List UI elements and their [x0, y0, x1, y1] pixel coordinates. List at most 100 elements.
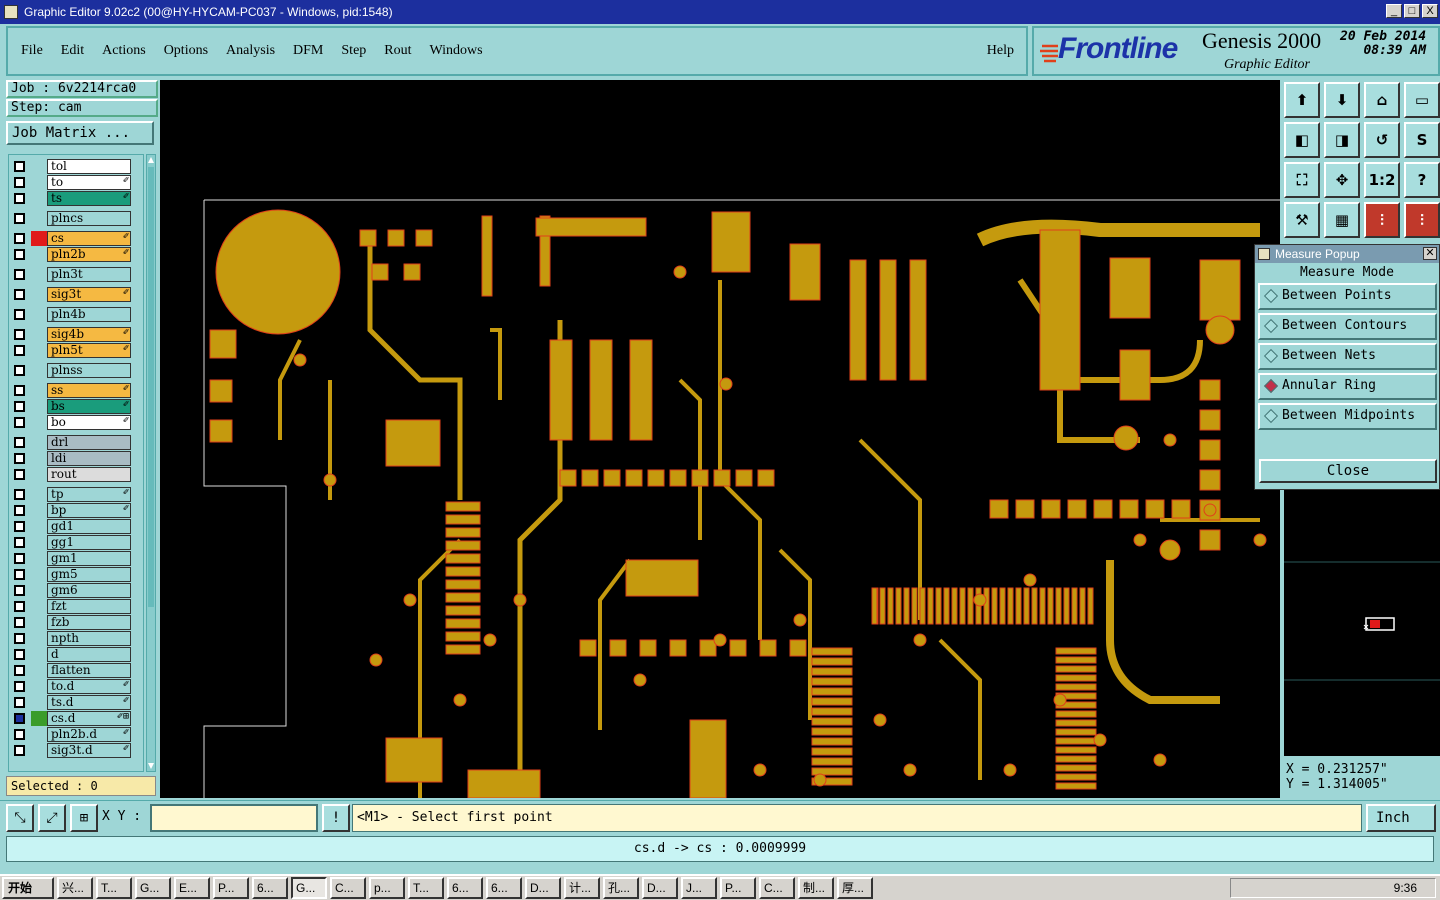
- layer-row-sig3t[interactable]: sig3t ✐: [11, 287, 133, 302]
- layer-color-swatch[interactable]: [31, 567, 47, 582]
- layer-name[interactable]: to: [47, 175, 131, 190]
- snap-mode-icon[interactable]: ⤡: [6, 804, 34, 832]
- layer-row-tp[interactable]: tp ✐: [11, 487, 133, 502]
- layer-color-swatch[interactable]: [31, 451, 47, 466]
- layer-row-bs[interactable]: bs ✐: [11, 399, 133, 414]
- layer-row-gm6[interactable]: gm6: [11, 583, 133, 598]
- undo-view-icon[interactable]: ↺: [1364, 122, 1400, 158]
- layer-checkbox[interactable]: [14, 289, 25, 300]
- start-button[interactable]: 开始: [2, 877, 54, 899]
- layer-name[interactable]: bs: [47, 399, 131, 414]
- layer-checkbox[interactable]: [14, 365, 25, 376]
- layer-color-swatch[interactable]: [31, 191, 47, 206]
- layer-name[interactable]: sig3t: [47, 287, 131, 302]
- zoom-home-icon[interactable]: ⬆: [1284, 82, 1320, 118]
- menu-rout[interactable]: Rout: [384, 43, 411, 59]
- layer-color-swatch[interactable]: [31, 679, 47, 694]
- pick-mode-icon[interactable]: ⤢: [38, 804, 66, 832]
- menu-dfm[interactable]: DFM: [293, 43, 323, 59]
- layer-checkbox[interactable]: [14, 417, 25, 428]
- layer-color-swatch[interactable]: [31, 327, 47, 342]
- layer-row-bo[interactable]: bo ✐: [11, 415, 133, 430]
- layer-color-swatch[interactable]: [31, 267, 47, 282]
- layer-color-swatch[interactable]: [31, 383, 47, 398]
- layer-name[interactable]: pln2b.d: [47, 727, 131, 742]
- overview-map[interactable]: [1282, 490, 1440, 756]
- taskbar-item[interactable]: 6...: [486, 877, 522, 899]
- layer-color-swatch[interactable]: [31, 415, 47, 430]
- layer-row-cs[interactable]: cs ✐: [11, 231, 133, 246]
- layer-name[interactable]: fzb: [47, 615, 131, 630]
- layer-row-gm5[interactable]: gm5: [11, 567, 133, 582]
- zoom-down-icon[interactable]: ⬇: [1324, 82, 1360, 118]
- layer-checkbox[interactable]: [14, 713, 25, 724]
- layer-color-swatch[interactable]: [31, 583, 47, 598]
- layer-name[interactable]: ss: [47, 383, 131, 398]
- option-between-contours[interactable]: Between Contours: [1258, 313, 1437, 340]
- layer-color-swatch[interactable]: [31, 663, 47, 678]
- taskbar-item[interactable]: 孔...: [603, 877, 639, 899]
- layer-checkbox[interactable]: [14, 729, 25, 740]
- layer-row-pln2b[interactable]: pln2b ✐: [11, 247, 133, 262]
- layer-color-swatch[interactable]: [31, 487, 47, 502]
- zoom-fit-icon[interactable]: ⛶: [1284, 162, 1320, 198]
- layer-row-ldi[interactable]: ldi: [11, 451, 133, 466]
- layer-name[interactable]: flatten: [47, 663, 131, 678]
- menu-step[interactable]: Step: [341, 43, 366, 59]
- layer-row-to[interactable]: to ✐: [11, 175, 133, 190]
- menu-analysis[interactable]: Analysis: [226, 43, 275, 59]
- layer-row-plnss[interactable]: plnss: [11, 363, 133, 378]
- graphic-canvas[interactable]: [160, 80, 1280, 798]
- layer-row-tol[interactable]: tol: [11, 159, 133, 174]
- layer-checkbox[interactable]: [14, 553, 25, 564]
- layer-checkbox[interactable]: [14, 569, 25, 580]
- menu-edit[interactable]: Edit: [61, 43, 84, 59]
- layer-color-swatch[interactable]: [31, 211, 47, 226]
- layer-color-swatch[interactable]: [31, 727, 47, 742]
- split-view-icon[interactable]: ▭: [1404, 82, 1440, 118]
- pan-left-icon[interactable]: ◧: [1284, 122, 1320, 158]
- layer-checkbox[interactable]: [14, 329, 25, 340]
- taskbar-item[interactable]: 6...: [447, 877, 483, 899]
- layer-checkbox[interactable]: [14, 385, 25, 396]
- layer-color-swatch[interactable]: [31, 307, 47, 322]
- popup-close-icon[interactable]: ✕: [1423, 247, 1437, 260]
- snap-icon[interactable]: S: [1404, 122, 1440, 158]
- home-view-icon[interactable]: ⌂: [1364, 82, 1400, 118]
- layer-name[interactable]: tp: [47, 487, 131, 502]
- menu-options[interactable]: Options: [164, 43, 208, 59]
- layer-color-swatch[interactable]: [31, 231, 47, 246]
- taskbar-item[interactable]: 厚...: [837, 877, 873, 899]
- layer-color-swatch[interactable]: [31, 343, 47, 358]
- layer-row-rout[interactable]: rout: [11, 467, 133, 482]
- layer-name[interactable]: bp: [47, 503, 131, 518]
- layer-name[interactable]: to.d: [47, 679, 131, 694]
- layer-checkbox[interactable]: [14, 505, 25, 516]
- grid-mode-icon[interactable]: ⊞: [70, 804, 98, 832]
- layer-color-swatch[interactable]: [31, 631, 47, 646]
- layer-color-swatch[interactable]: [31, 551, 47, 566]
- layer-name[interactable]: pln2b: [47, 247, 131, 262]
- layer-color-swatch[interactable]: [31, 743, 47, 758]
- layer-color-swatch[interactable]: [31, 647, 47, 662]
- zoom-center-icon[interactable]: ✥: [1324, 162, 1360, 198]
- layer-name[interactable]: gm5: [47, 567, 131, 582]
- zoom-1-2-icon[interactable]: 1:2: [1364, 162, 1400, 198]
- layer-name[interactable]: pln4b: [47, 307, 131, 322]
- layer-row-gd1[interactable]: gd1: [11, 519, 133, 534]
- layer-row-pln2b-d[interactable]: pln2b.d ✐: [11, 727, 133, 742]
- layer-name[interactable]: plncs: [47, 211, 131, 226]
- layer-name[interactable]: d: [47, 647, 131, 662]
- option-between-nets[interactable]: Between Nets: [1258, 343, 1437, 370]
- layer-checkbox[interactable]: [14, 401, 25, 412]
- layer-row-ss[interactable]: ss ✐: [11, 383, 133, 398]
- layer-color-swatch[interactable]: [31, 467, 47, 482]
- layer-row-npth[interactable]: npth: [11, 631, 133, 646]
- menu-windows[interactable]: Windows: [430, 43, 483, 59]
- taskbar-item[interactable]: G...: [291, 877, 327, 899]
- layer-row-drl[interactable]: drl: [11, 435, 133, 450]
- layer-row-pln3t[interactable]: pln3t: [11, 267, 133, 282]
- alert-icon[interactable]: !: [322, 804, 350, 832]
- measure-tool-icon[interactable]: ⚒: [1284, 202, 1320, 238]
- xy-input[interactable]: [150, 804, 318, 832]
